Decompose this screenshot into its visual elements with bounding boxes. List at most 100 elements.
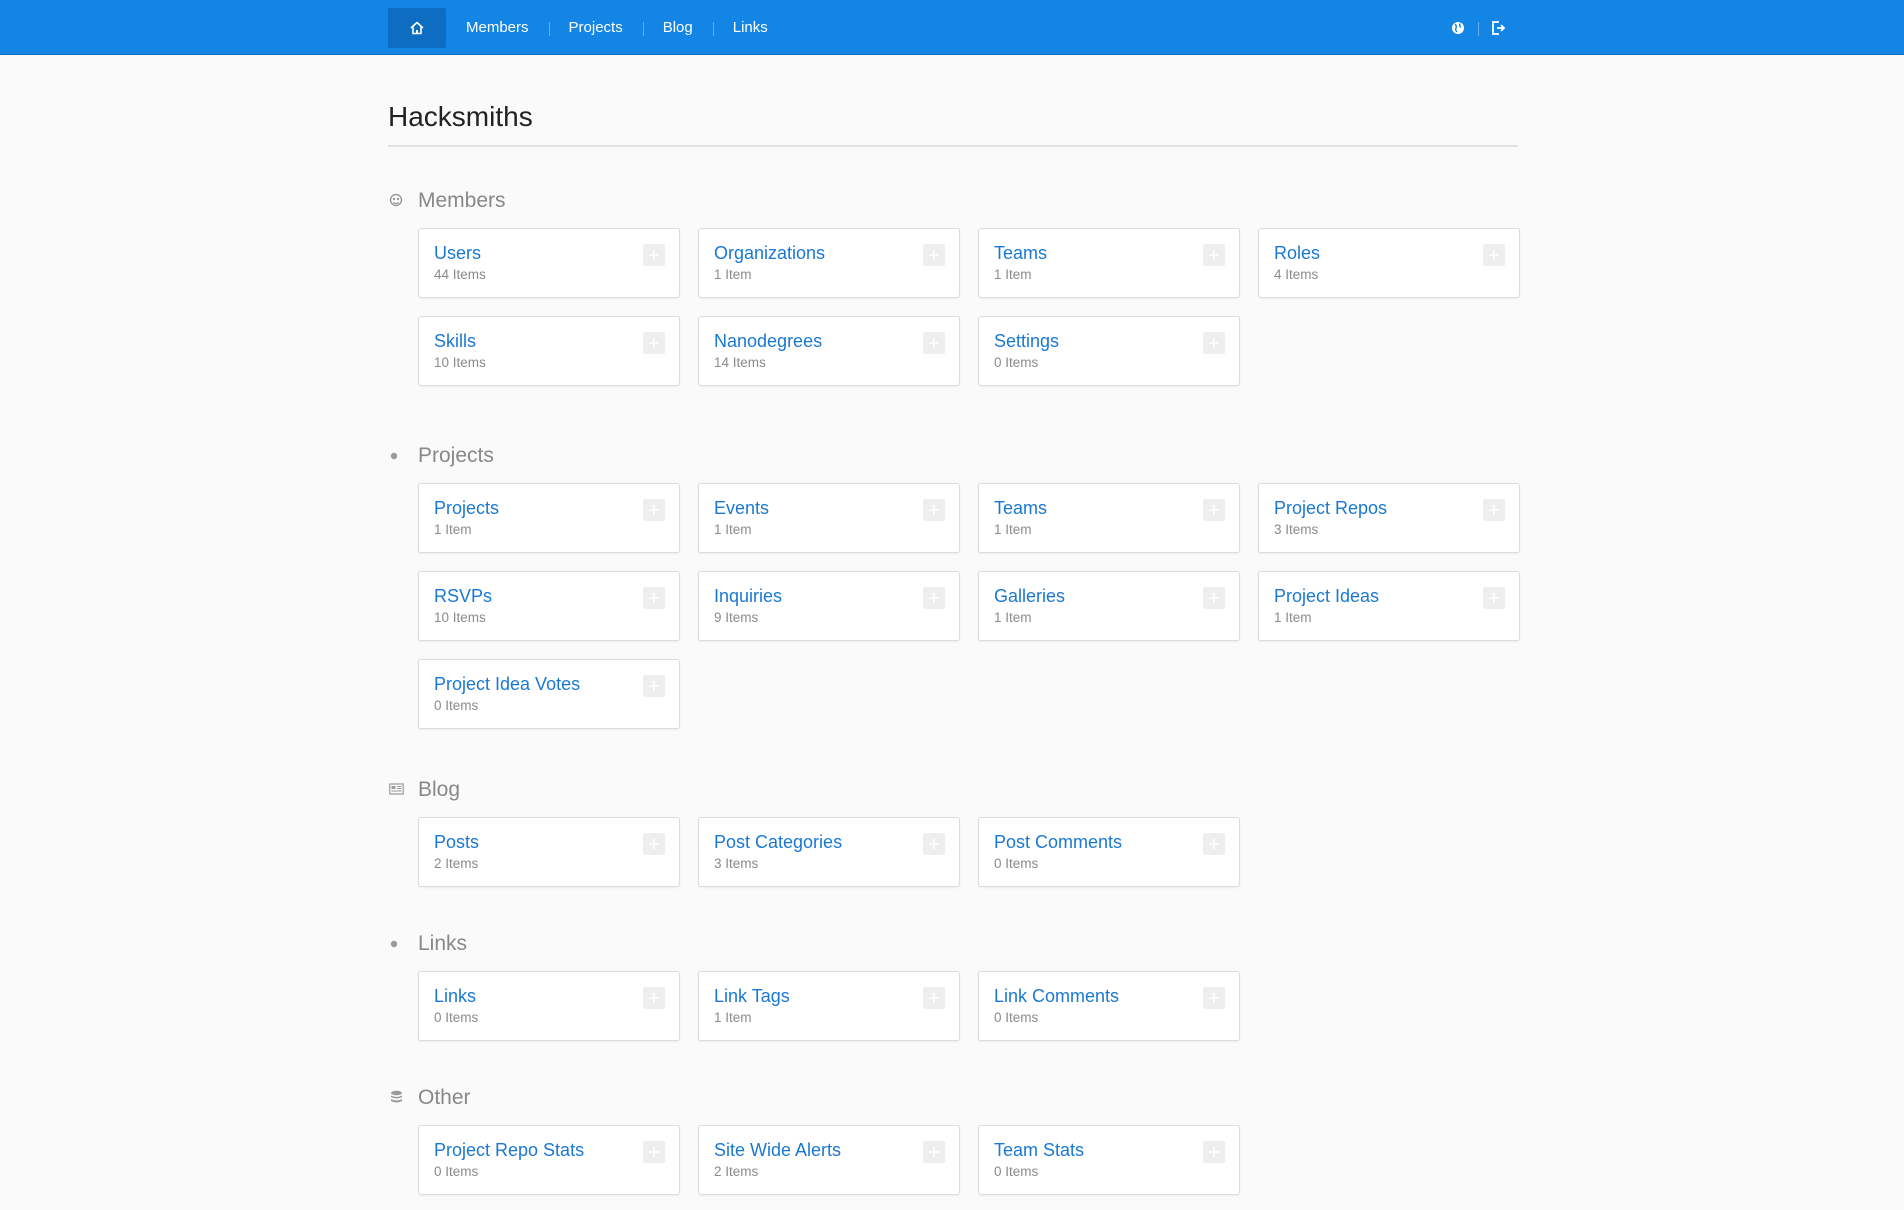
create-item-button[interactable]	[923, 587, 945, 609]
list-tile[interactable]: RSVPs 10 Items	[418, 571, 680, 641]
list-name-link[interactable]: Roles	[1274, 243, 1320, 264]
list-tile[interactable]: Project Ideas 1 Item	[1258, 571, 1520, 641]
list-grid: Links 0 Items Link Tags 1 Item Link Comments…	[418, 971, 1518, 1041]
home-button[interactable]	[388, 8, 446, 48]
create-item-button[interactable]	[923, 244, 945, 266]
dot-icon	[388, 447, 404, 463]
nav-links[interactable]: Links	[712, 8, 788, 48]
list-tile[interactable]: Link Tags 1 Item	[698, 971, 960, 1041]
list-name-link[interactable]: Project Repos	[1274, 498, 1387, 519]
list-name-link[interactable]: Events	[714, 498, 769, 519]
create-item-button[interactable]	[1483, 244, 1505, 266]
section-title: Links	[418, 932, 468, 955]
list-name-link[interactable]: Settings	[994, 331, 1059, 352]
list-name-link[interactable]: Projects	[434, 498, 499, 519]
create-item-button[interactable]	[923, 987, 945, 1009]
list-name-link[interactable]: Users	[434, 243, 481, 264]
create-item-button[interactable]	[1483, 587, 1505, 609]
create-item-button[interactable]	[643, 833, 665, 855]
create-item-button[interactable]	[643, 1141, 665, 1163]
list-tile[interactable]: Inquiries 9 Items	[698, 571, 960, 641]
list-tile[interactable]: Project Repo Stats 0 Items	[418, 1125, 680, 1195]
plus-icon	[1489, 250, 1499, 260]
list-tile[interactable]: Skills 10 Items	[418, 316, 680, 386]
create-item-button[interactable]	[643, 499, 665, 521]
create-item-button[interactable]	[643, 675, 665, 697]
section-projects: Projects Projects 1 Item Events 1 Item Teams 1…	[388, 441, 1520, 729]
list-tile[interactable]: Teams 1 Item	[978, 228, 1240, 298]
create-item-button[interactable]	[1203, 1141, 1225, 1163]
plus-icon	[649, 1147, 659, 1157]
plus-icon	[929, 993, 939, 1003]
list-tile[interactable]: Projects 1 Item	[418, 483, 680, 553]
list-name-link[interactable]: Teams	[994, 243, 1047, 264]
nav-projects[interactable]: Projects	[548, 8, 643, 48]
create-item-button[interactable]	[1203, 244, 1225, 266]
list-name-link[interactable]: Link Tags	[714, 986, 790, 1007]
list-tile[interactable]: Site Wide Alerts 2 Items	[698, 1125, 960, 1195]
section-header: Members	[388, 186, 1518, 216]
list-tile[interactable]: Settings 0 Items	[978, 316, 1240, 386]
create-item-button[interactable]	[923, 332, 945, 354]
list-tile[interactable]: Galleries 1 Item	[978, 571, 1240, 641]
list-tile[interactable]: Nanodegrees 14 Items	[698, 316, 960, 386]
list-name-link[interactable]: Team Stats	[994, 1140, 1084, 1161]
create-item-button[interactable]	[1203, 987, 1225, 1009]
list-tile[interactable]: Link Comments 0 Items	[978, 971, 1240, 1041]
list-name-link[interactable]: Links	[434, 986, 476, 1007]
list-tile[interactable]: Teams 1 Item	[978, 483, 1240, 553]
list-name-link[interactable]: Post Comments	[994, 832, 1122, 853]
list-name-link[interactable]: Teams	[994, 498, 1047, 519]
list-name-link[interactable]: Post Categories	[714, 832, 842, 853]
nav-members[interactable]: Members	[446, 8, 549, 48]
section-title: Blog	[418, 778, 461, 801]
list-tile[interactable]: Team Stats 0 Items	[978, 1125, 1240, 1195]
item-count: 1 Item	[994, 522, 1032, 537]
plus-icon	[649, 993, 659, 1003]
create-item-button[interactable]	[1483, 499, 1505, 521]
list-name-link[interactable]: Organizations	[714, 243, 825, 264]
create-item-button[interactable]	[643, 332, 665, 354]
create-item-button[interactable]	[643, 587, 665, 609]
list-tile[interactable]: Organizations 1 Item	[698, 228, 960, 298]
list-tile[interactable]: Post Comments 0 Items	[978, 817, 1240, 887]
list-tile[interactable]: Events 1 Item	[698, 483, 960, 553]
list-grid: Project Repo Stats 0 Items Site Wide Alert…	[418, 1125, 1518, 1195]
list-name-link[interactable]: RSVPs	[434, 586, 492, 607]
dashboard: Hacksmiths Members Users 44 Items Organizat…	[388, 54, 1520, 1195]
item-count: 0 Items	[994, 355, 1039, 370]
create-item-button[interactable]	[1203, 332, 1225, 354]
create-item-button[interactable]	[1203, 587, 1225, 609]
sign-out-button[interactable]	[1478, 8, 1518, 48]
list-name-link[interactable]: Galleries	[994, 586, 1065, 607]
section-title: Projects	[418, 444, 494, 467]
list-name-link[interactable]: Skills	[434, 331, 476, 352]
list-tile[interactable]: Roles 4 Items	[1258, 228, 1520, 298]
list-name-link[interactable]: Posts	[434, 832, 479, 853]
create-item-button[interactable]	[643, 987, 665, 1009]
create-item-button[interactable]	[1203, 499, 1225, 521]
frontend-link-button[interactable]	[1438, 8, 1478, 48]
create-item-button[interactable]	[923, 833, 945, 855]
list-tile[interactable]: Links 0 Items	[418, 971, 680, 1041]
nav-right-actions	[1438, 8, 1518, 48]
list-tile[interactable]: Post Categories 3 Items	[698, 817, 960, 887]
list-name-link[interactable]: Project Repo Stats	[434, 1140, 584, 1161]
dot-icon	[388, 935, 404, 951]
list-name-link[interactable]: Inquiries	[714, 586, 782, 607]
list-tile[interactable]: Project Idea Votes 0 Items	[418, 659, 680, 729]
list-tile[interactable]: Posts 2 Items	[418, 817, 680, 887]
create-item-button[interactable]	[923, 499, 945, 521]
list-tile[interactable]: Users 44 Items	[418, 228, 680, 298]
list-name-link[interactable]: Site Wide Alerts	[714, 1140, 841, 1161]
create-item-button[interactable]	[1203, 833, 1225, 855]
nav-blog[interactable]: Blog	[642, 8, 713, 48]
list-name-link[interactable]: Nanodegrees	[714, 331, 822, 352]
list-name-link[interactable]: Project Ideas	[1274, 586, 1379, 607]
create-item-button[interactable]	[643, 244, 665, 266]
create-item-button[interactable]	[923, 1141, 945, 1163]
list-tile[interactable]: Project Repos 3 Items	[1258, 483, 1520, 553]
item-count: 0 Items	[434, 1164, 479, 1179]
list-name-link[interactable]: Link Comments	[994, 986, 1119, 1007]
list-name-link[interactable]: Project Idea Votes	[434, 674, 580, 695]
